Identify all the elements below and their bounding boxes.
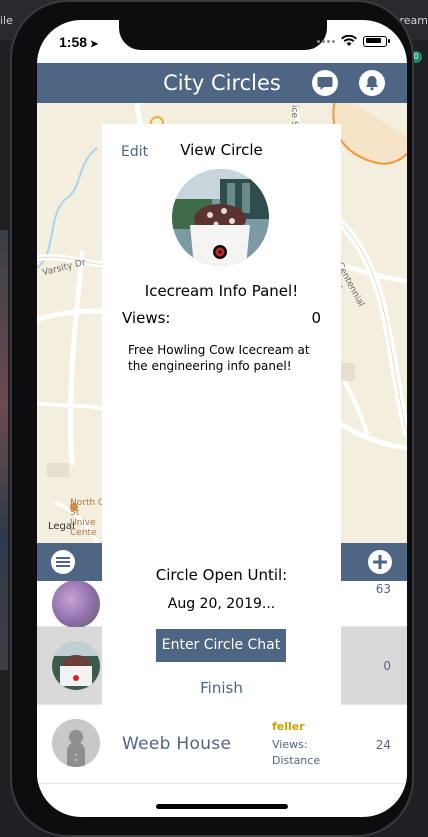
map-legal-link[interactable]: Legal (48, 521, 75, 532)
phone-frame: 1:58 ➤ City Circles Varsity Dr Centennia… (10, 0, 414, 837)
notifications-button[interactable] (359, 70, 385, 96)
row-owner: feller (272, 720, 305, 733)
battery-icon (363, 35, 390, 47)
status-time-text: 1:58 (59, 34, 88, 50)
battery-fill (365, 38, 381, 43)
icecream-photo (172, 169, 269, 266)
wifi-icon (341, 35, 357, 46)
circle-avatar (52, 642, 100, 690)
finish-button[interactable]: Finish (102, 679, 341, 697)
circle-image (172, 169, 269, 266)
add-circle-button[interactable] (368, 550, 392, 574)
background-window-left-text: ile (0, 14, 13, 27)
views-value: 0 (311, 309, 321, 327)
placeholder-person-icon (52, 719, 100, 767)
circle-avatar (52, 580, 100, 628)
row-count: 63 (375, 582, 391, 596)
row-views-label: Views: (272, 738, 308, 751)
chat-button[interactable] (312, 70, 338, 96)
phone-screen: 1:58 ➤ City Circles Varsity Dr Centennia… (37, 20, 407, 817)
row-count: 24 (375, 738, 391, 752)
bell-icon (366, 76, 378, 91)
circle-avatar (52, 719, 100, 767)
open-until-date: Aug 20, 2019... (167, 596, 276, 612)
location-arrow-icon: ➤ (90, 39, 99, 50)
row-count: 0 (383, 659, 391, 673)
background-window-edge (0, 230, 8, 670)
row-name: Weeb House (122, 734, 232, 754)
view-circle-panel: Edit View Circle Icecream Info Panel! Vi… (102, 124, 341, 707)
menu-icon (56, 557, 70, 567)
app-title: City Circles (163, 71, 281, 95)
icecream-thumbnail (52, 642, 100, 690)
enter-circle-chat-button[interactable]: Enter Circle Chat (156, 629, 286, 662)
notch (119, 20, 327, 50)
app-header: City Circles (37, 63, 407, 103)
signal-dots-icon (317, 39, 335, 43)
open-until-label: Circle Open Until: (155, 566, 288, 584)
home-indicator[interactable] (156, 804, 288, 809)
status-indicators (317, 35, 390, 47)
panel-heading: View Circle (180, 141, 263, 159)
simulator-stage: ile ream 0 1:58 ➤ City Circles Varsity D… (0, 0, 428, 837)
row-distance-label: Distance (272, 754, 321, 767)
menu-button[interactable] (51, 550, 75, 574)
list-item[interactable]: Weeb House feller Views: Distance 24 (37, 705, 407, 784)
map-poi-label: North C St Unive Cente (70, 498, 104, 538)
circle-description: Free Howling Cow Icecream at the enginee… (128, 343, 310, 373)
circle-name: Icecream Info Panel! (144, 282, 299, 300)
plus-icon (373, 555, 387, 569)
chat-bubble-icon (317, 76, 333, 90)
status-time: 1:58 ➤ (59, 34, 98, 50)
views-label: Views: (122, 309, 171, 327)
